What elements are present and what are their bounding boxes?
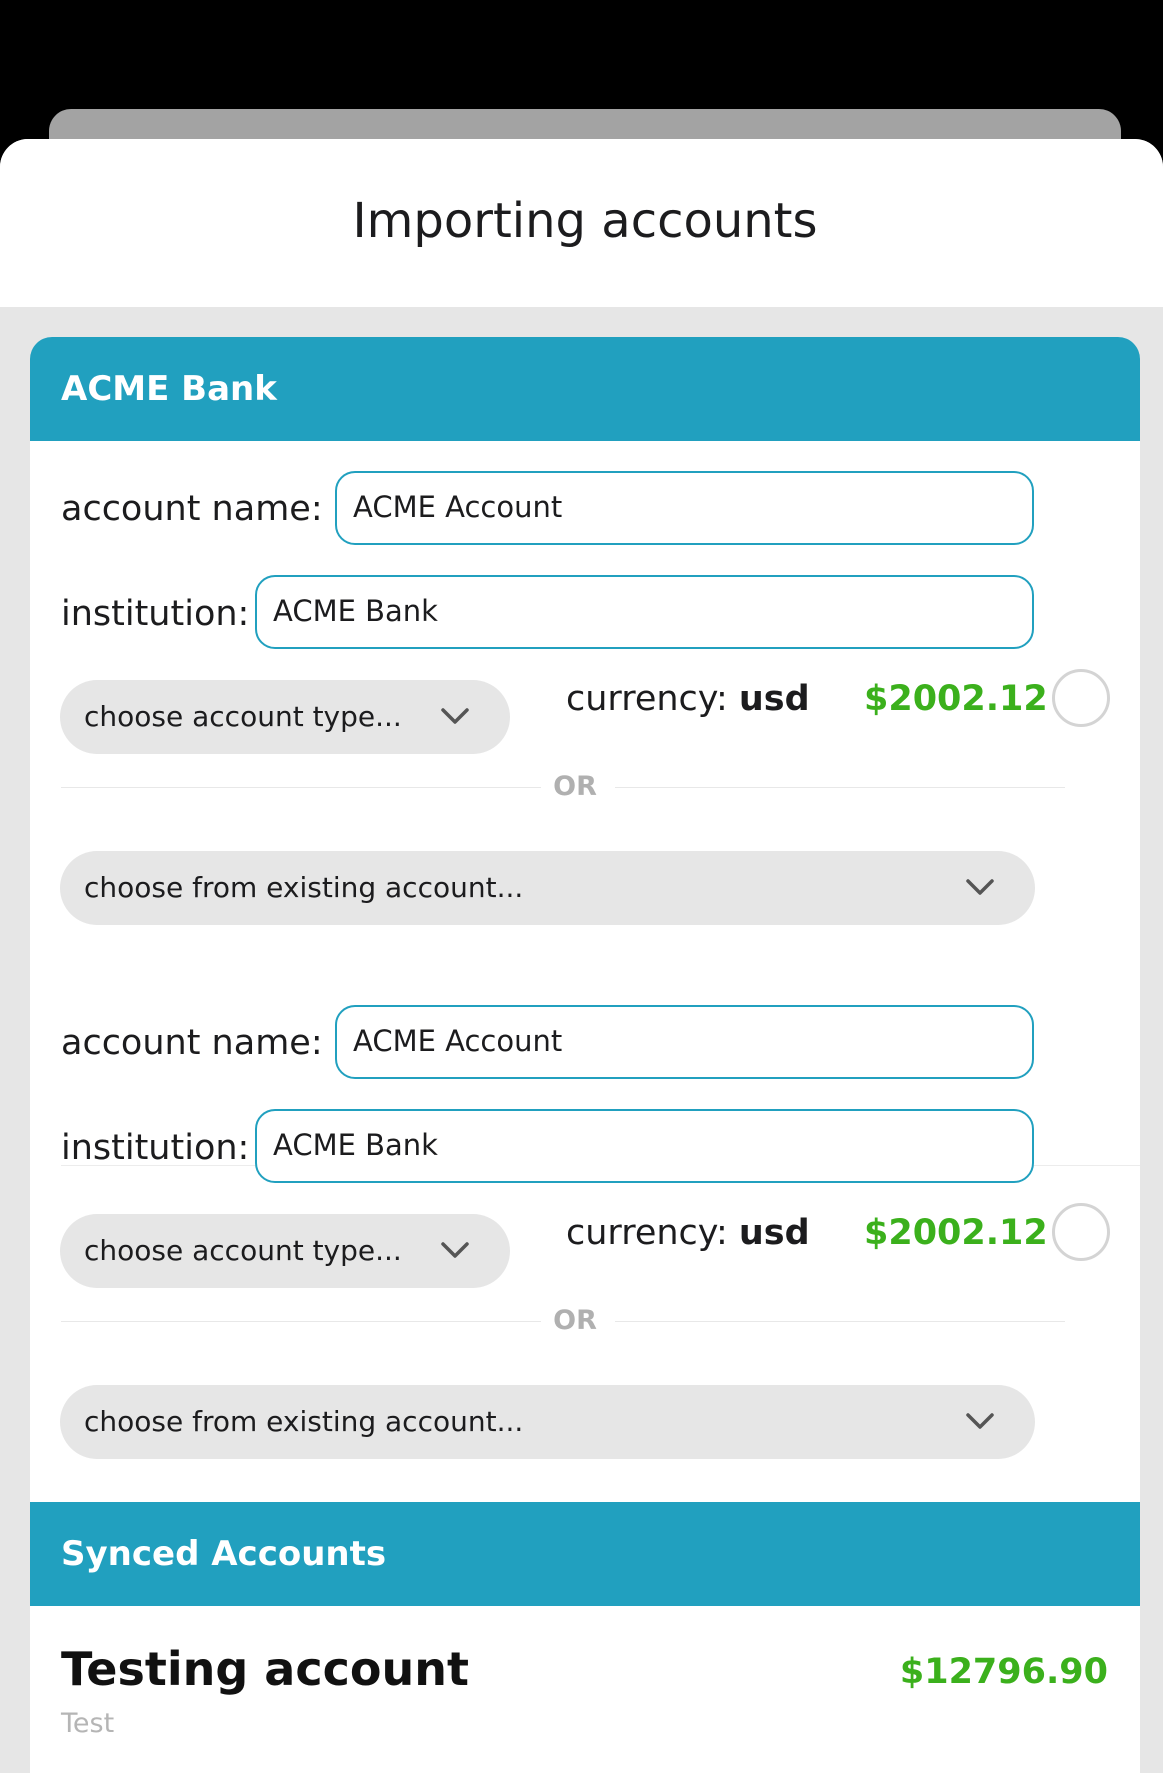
or-divider-right <box>615 787 1065 788</box>
account-type-select[interactable]: choose account type... <box>60 1214 510 1288</box>
account-type-placeholder: choose account type... <box>84 1234 402 1267</box>
or-divider-right <box>615 1321 1065 1322</box>
institution-label: institution: <box>61 594 250 634</box>
or-divider-left <box>61 787 541 788</box>
account-type-select[interactable]: choose account type... <box>60 680 510 754</box>
currency-label: currency: <box>566 1213 728 1253</box>
account-name-input[interactable]: ACME Account <box>335 471 1034 545</box>
existing-account-select[interactable]: choose from existing account... <box>60 851 1035 925</box>
institution-input[interactable]: ACME Bank <box>255 575 1034 649</box>
account-balance: $2002.12 <box>864 1213 1048 1253</box>
chevron-down-icon <box>966 879 994 895</box>
account-type-placeholder: choose account type... <box>84 700 402 733</box>
synced-account-name: Testing account <box>61 1642 469 1696</box>
synced-accounts-section: Synced Accounts Testing account Test $12… <box>30 1502 1140 1773</box>
currency-indicator: currency: usd <box>566 1213 810 1253</box>
currency-label: currency: <box>566 679 728 719</box>
bank-section: ACME Bank account name: ACME Account ins… <box>30 337 1140 1639</box>
account-balance: $2002.12 <box>864 679 1048 719</box>
sheet-header: Importing accounts <box>0 139 1163 307</box>
chevron-down-icon <box>966 1413 994 1429</box>
account-name-label: account name: <box>61 489 323 529</box>
bank-section-title: ACME Bank <box>61 369 277 409</box>
synced-account-subtitle: Test <box>61 1708 115 1739</box>
existing-account-placeholder: choose from existing account... <box>84 871 524 904</box>
chevron-down-icon <box>441 708 469 724</box>
currency-value: usd <box>738 679 810 719</box>
import-account-row: account name: ACME Account institution: … <box>30 975 1140 1459</box>
institution-label: institution: <box>61 1128 250 1168</box>
synced-accounts-header: Synced Accounts <box>30 1502 1140 1606</box>
existing-account-select[interactable]: choose from existing account... <box>60 1385 1035 1459</box>
bank-section-header: ACME Bank <box>30 337 1140 441</box>
synced-account-balance: $12796.90 <box>899 1652 1108 1692</box>
synced-accounts-title: Synced Accounts <box>61 1534 387 1574</box>
currency-indicator: currency: usd <box>566 679 810 719</box>
institution-input[interactable]: ACME Bank <box>255 1109 1034 1183</box>
select-account-radio[interactable] <box>1052 1203 1110 1261</box>
existing-account-placeholder: choose from existing account... <box>84 1405 524 1438</box>
chevron-down-icon <box>441 1242 469 1258</box>
select-account-radio[interactable] <box>1052 669 1110 727</box>
account-name-label: account name: <box>61 1023 323 1063</box>
account-name-input[interactable]: ACME Account <box>335 1005 1034 1079</box>
import-accounts-sheet: Importing accounts ACME Bank account nam… <box>0 139 1163 1773</box>
import-account-row: account name: ACME Account institution: … <box>30 441 1140 925</box>
page-title: Importing accounts <box>352 193 818 249</box>
or-divider-left <box>61 1321 541 1322</box>
currency-value: usd <box>738 1213 810 1253</box>
